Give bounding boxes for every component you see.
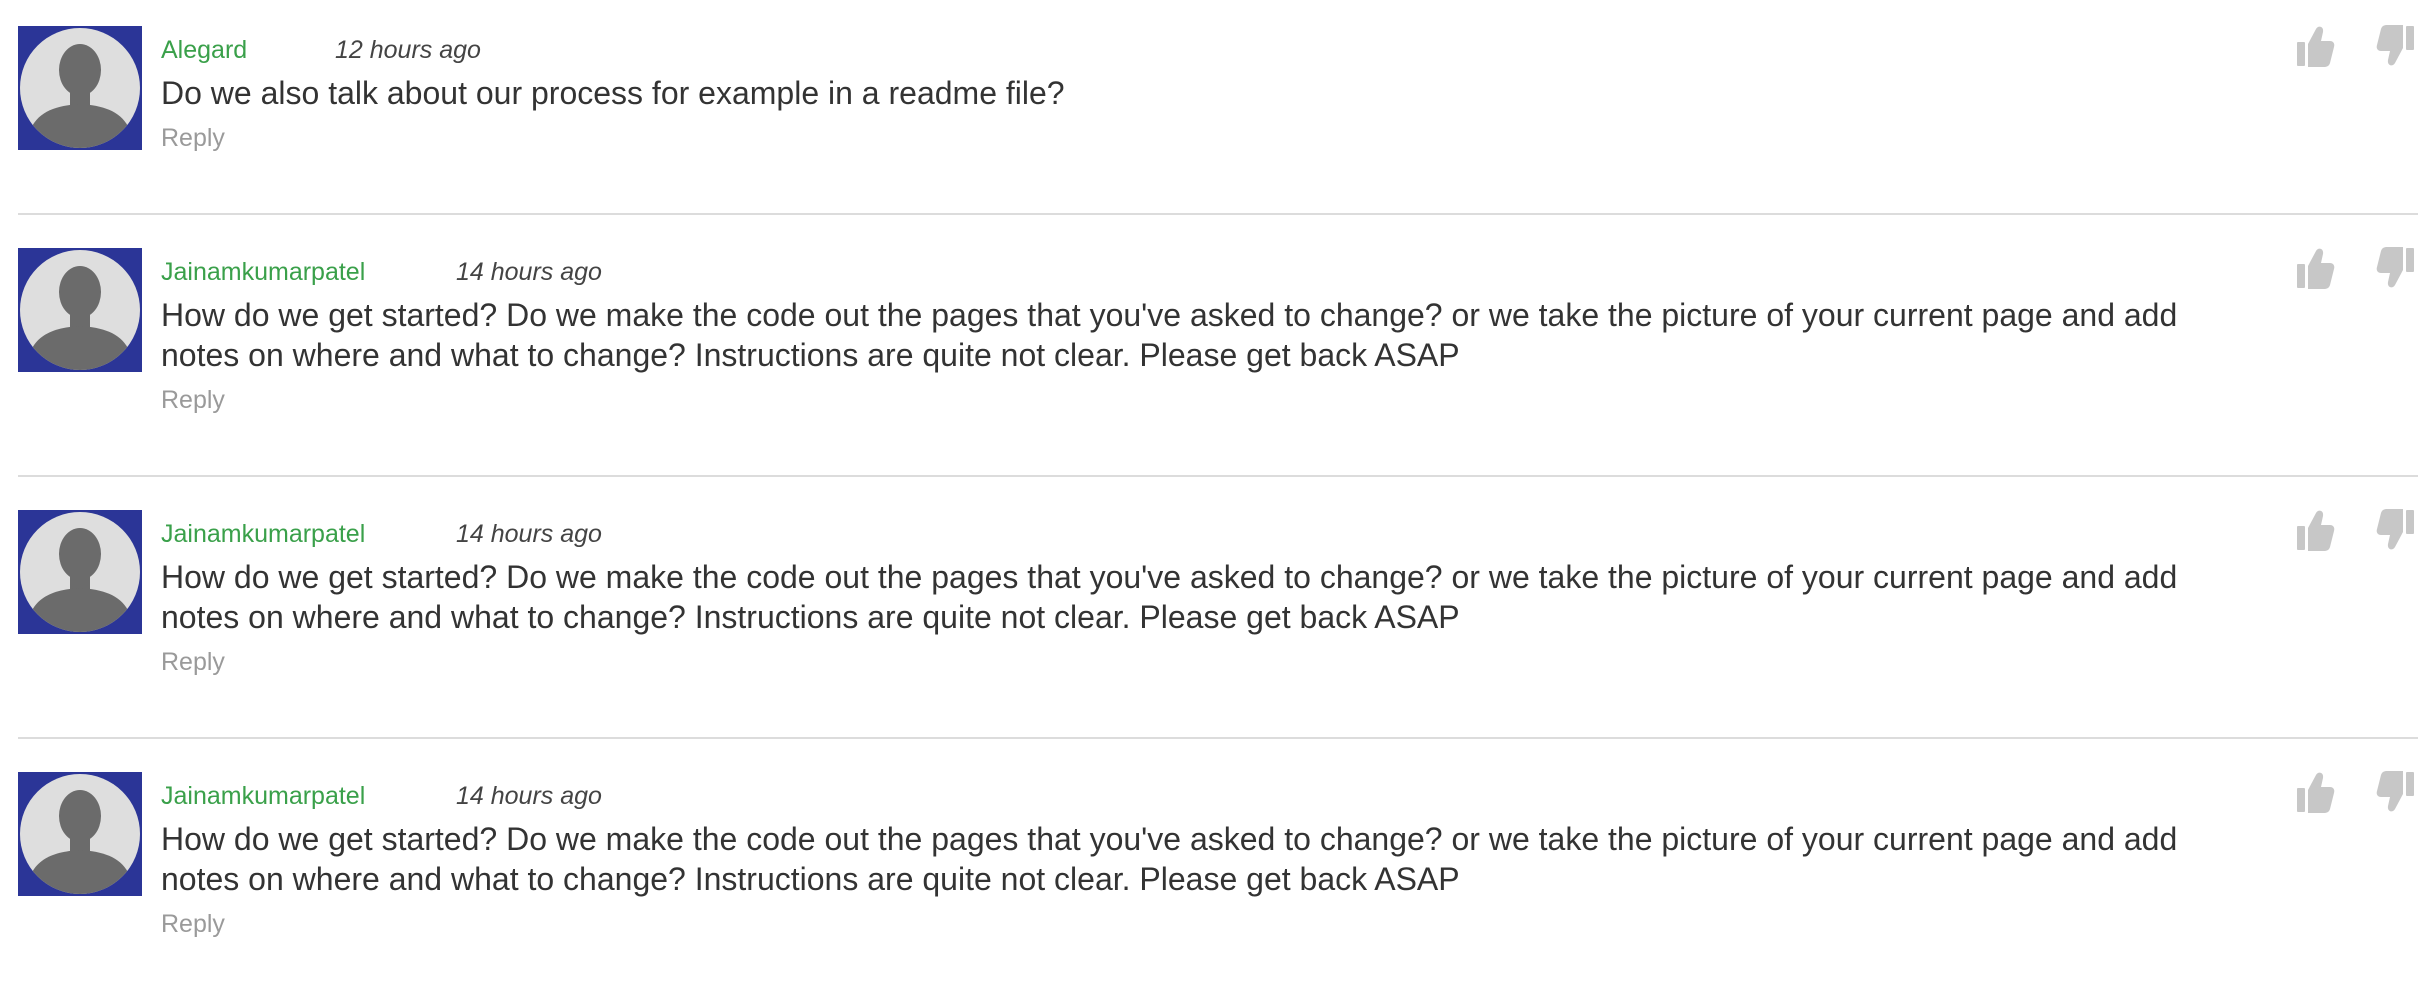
thumbs-down-icon (2376, 247, 2414, 288)
comment-divider (18, 737, 2418, 739)
reply-link[interactable]: Reply (161, 386, 225, 415)
avatar[interactable] (18, 26, 142, 150)
comment-timestamp: 12 hours ago (335, 36, 481, 64)
comment-text: How do we get started? Do we make the co… (161, 297, 2178, 373)
user-silhouette-icon (20, 512, 140, 632)
comment-divider (18, 475, 2418, 477)
dislike-button[interactable] (2376, 770, 2416, 814)
avatar[interactable] (18, 510, 142, 634)
comment-timestamp: 14 hours ago (456, 782, 602, 810)
like-button[interactable] (2295, 246, 2335, 290)
comment-timestamp: 14 hours ago (456, 258, 602, 286)
thumbs-down-icon (2376, 771, 2414, 812)
avatar[interactable] (18, 248, 142, 372)
dislike-button[interactable] (2376, 246, 2416, 290)
comment-timestamp: 14 hours ago (456, 520, 602, 548)
comment-divider (18, 213, 2418, 215)
avatar[interactable] (18, 772, 142, 896)
reply-link[interactable]: Reply (161, 910, 225, 939)
thumbs-up-icon (2297, 26, 2335, 68)
comment-author[interactable]: Jainamkumarpatel (161, 782, 365, 811)
comment-author[interactable]: Jainamkumarpatel (161, 520, 365, 549)
user-silhouette-icon (20, 250, 140, 370)
user-silhouette-icon (20, 774, 140, 894)
like-button[interactable] (2295, 770, 2335, 814)
like-button[interactable] (2295, 24, 2335, 68)
like-button[interactable] (2295, 508, 2335, 552)
reply-link[interactable]: Reply (161, 648, 225, 677)
comment-text: How do we get started? Do we make the co… (161, 821, 2178, 897)
thumbs-up-icon (2297, 772, 2335, 813)
thumbs-down-icon (2376, 25, 2414, 66)
dislike-button[interactable] (2376, 508, 2416, 552)
thumbs-down-icon (2376, 509, 2414, 550)
comment-author[interactable]: Jainamkumarpatel (161, 258, 365, 287)
reply-link[interactable]: Reply (161, 124, 225, 153)
user-silhouette-icon (20, 28, 140, 148)
thumbs-up-icon (2297, 510, 2335, 551)
comment-text: Do we also talk about our process for ex… (161, 75, 1065, 111)
thumbs-up-icon (2297, 248, 2335, 289)
comment-text: How do we get started? Do we make the co… (161, 559, 2178, 635)
dislike-button[interactable] (2376, 24, 2416, 68)
comment-author[interactable]: Alegard (161, 36, 247, 65)
